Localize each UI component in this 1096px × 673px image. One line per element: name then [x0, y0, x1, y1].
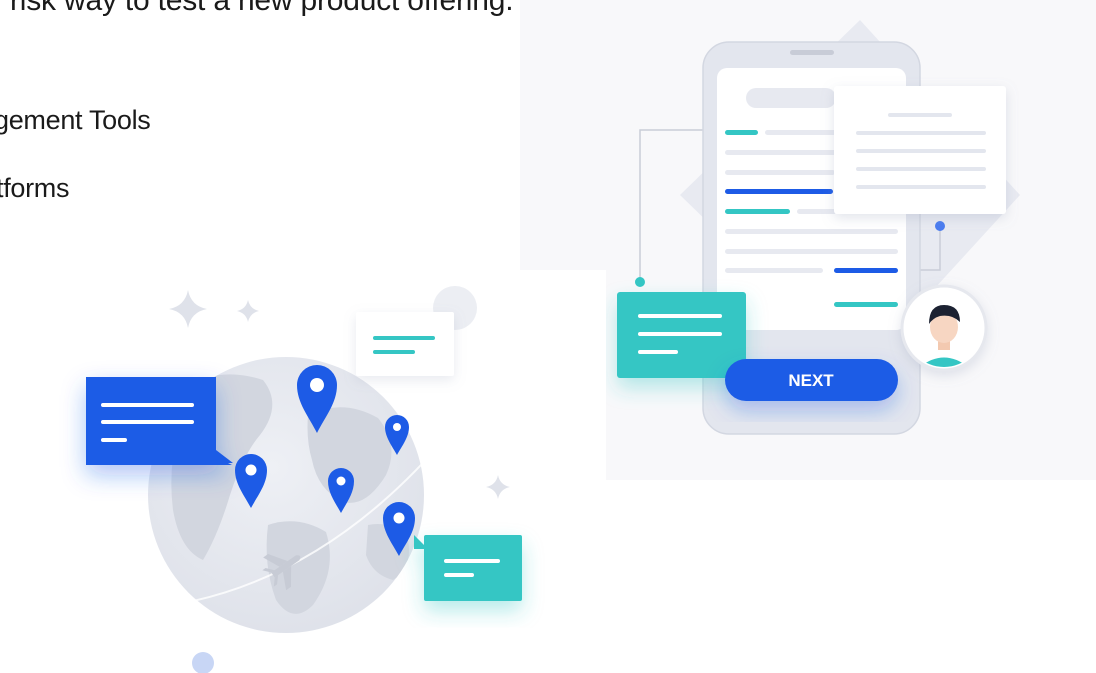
list-item-management-tools: gement Tools: [0, 105, 151, 135]
sparkle-icon: [237, 300, 259, 322]
message-card: [356, 312, 454, 376]
chat-bubble-icon: [617, 292, 746, 378]
globe-locations-illustration: [8, 270, 606, 673]
chat-bubble-icon: [86, 377, 233, 465]
tagline-text: risk way to test a new product offering.: [10, 0, 514, 17]
chat-bubble-icon: [414, 535, 522, 601]
background-dot: [192, 652, 214, 673]
phone-form-illustration: NEXT: [520, 0, 1096, 480]
next-button-label: NEXT: [788, 371, 834, 390]
sparkle-icon: [169, 290, 207, 328]
user-avatar-icon: [900, 284, 988, 372]
sparkle-icon: [486, 475, 510, 499]
connector-dot-blue: [935, 221, 945, 231]
connector-dot-teal: [635, 277, 645, 287]
floating-document-card: [834, 86, 1006, 214]
next-button[interactable]: NEXT: [725, 359, 898, 401]
list-item-platforms: tforms: [0, 173, 70, 203]
